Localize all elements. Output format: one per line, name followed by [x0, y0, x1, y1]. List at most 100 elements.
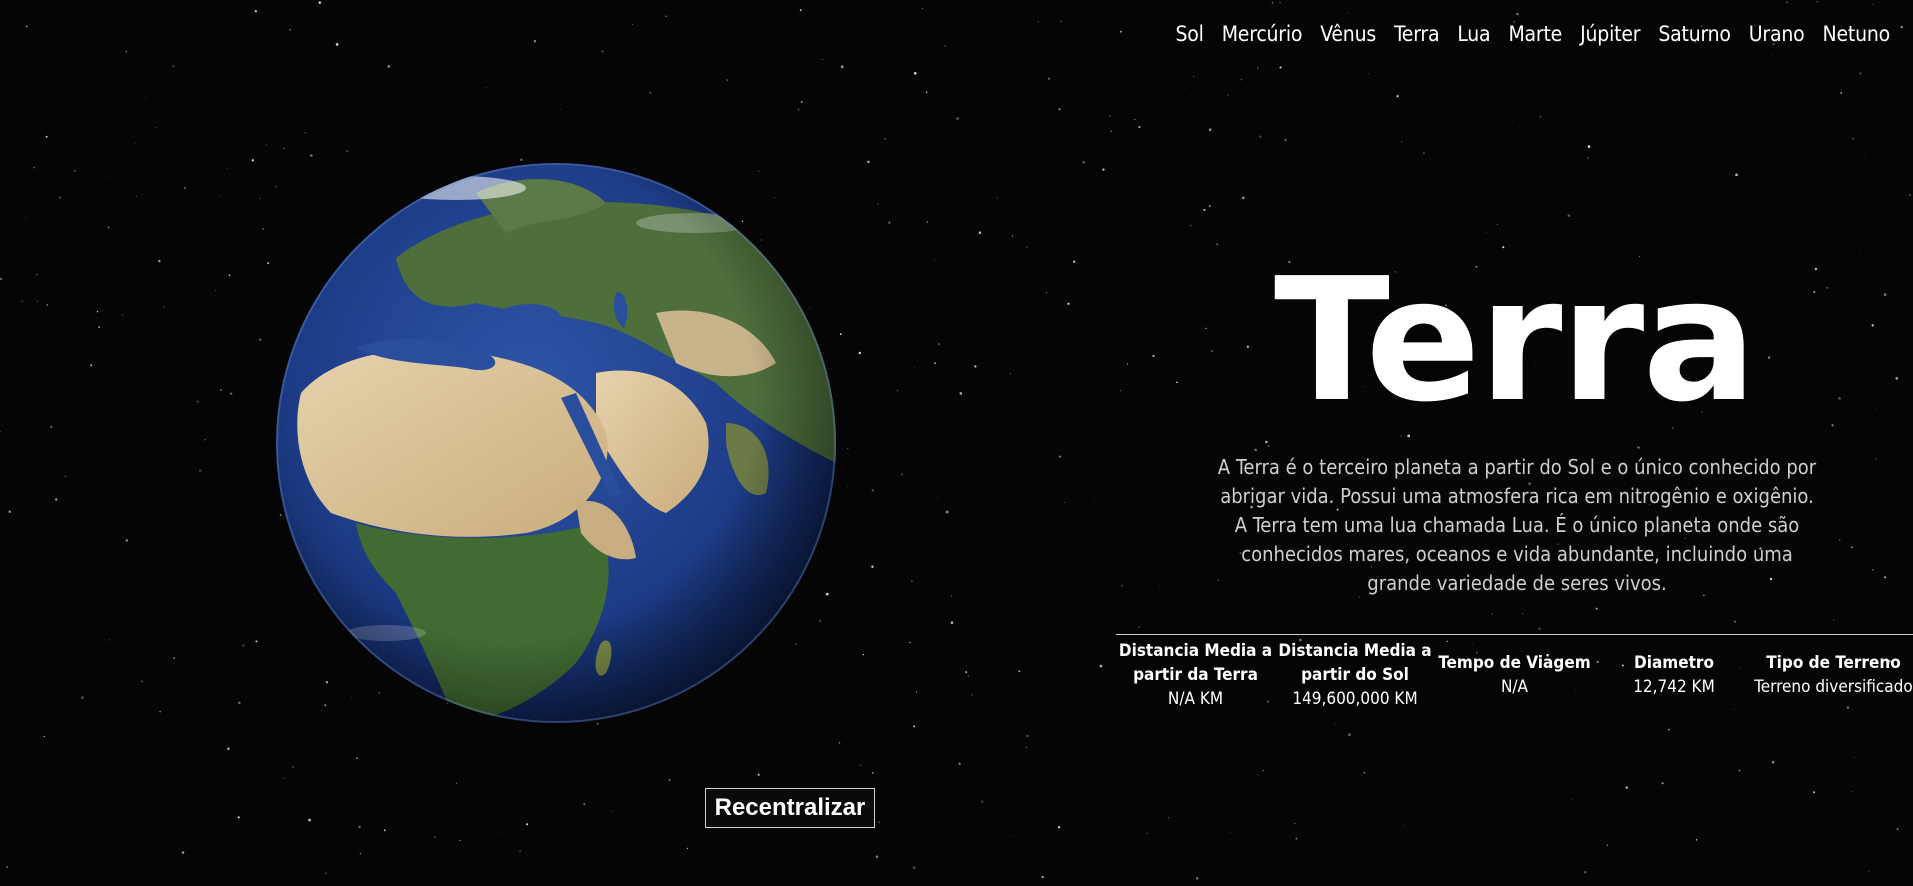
star	[64, 475, 67, 478]
nav-item-jupiter[interactable]: Júpiter	[1571, 18, 1649, 50]
nav-item-sol[interactable]: Sol	[1166, 18, 1212, 50]
star	[896, 389, 899, 392]
stat-label: Diametro	[1634, 653, 1714, 673]
star	[238, 701, 241, 705]
star	[1872, 4, 1874, 6]
star	[862, 653, 865, 656]
planet-title: Terra	[1273, 242, 1757, 440]
nav-item-urano[interactable]: Urano	[1740, 18, 1814, 50]
star	[871, 771, 874, 774]
star	[485, 87, 487, 89]
recenter-button[interactable]: Recentralizar	[705, 788, 875, 828]
stat-value: N/A	[1500, 677, 1529, 697]
star	[227, 747, 230, 750]
star	[937, 496, 939, 498]
star	[911, 580, 913, 583]
stat-label: Tipo de Terreno	[1766, 653, 1901, 673]
star	[938, 343, 940, 345]
star	[1864, 157, 1865, 158]
star	[1735, 173, 1738, 177]
star	[1859, 72, 1862, 75]
star	[109, 639, 110, 641]
star	[1875, 458, 1877, 460]
planet-description: A Terra é o terceiro planeta a partir do…	[1217, 455, 1817, 595]
star	[913, 725, 916, 728]
planet-3d-view[interactable]	[276, 163, 836, 723]
star	[1595, 607, 1598, 610]
star	[888, 221, 891, 224]
star	[1587, 145, 1591, 148]
star	[875, 855, 879, 859]
star	[1738, 769, 1741, 772]
nav-item-marte[interactable]: Marte	[1499, 18, 1571, 50]
star	[1138, 125, 1141, 129]
star	[13, 171, 15, 173]
nav-item-venus[interactable]: Vênus	[1311, 18, 1385, 50]
star	[1018, 670, 1021, 673]
star	[1208, 204, 1211, 208]
star	[125, 539, 129, 542]
star	[90, 364, 93, 367]
star	[1422, 151, 1425, 155]
star	[155, 126, 157, 128]
star	[198, 469, 202, 472]
nav-item-mercurio[interactable]: Mercúrio	[1213, 18, 1312, 50]
star	[926, 221, 929, 223]
star	[867, 160, 870, 164]
star	[1396, 95, 1399, 98]
star	[871, 565, 874, 568]
star	[997, 197, 998, 199]
star	[1099, 664, 1103, 668]
star	[1230, 831, 1232, 833]
nav-item-netuno[interactable]: Netuno	[1814, 18, 1899, 50]
star	[1082, 161, 1085, 164]
star	[1257, 773, 1259, 775]
star	[958, 762, 961, 766]
star	[1265, 440, 1268, 444]
star	[915, 691, 918, 693]
star	[107, 226, 110, 229]
star	[1850, 546, 1853, 549]
star	[135, 196, 137, 197]
star	[900, 473, 903, 476]
star	[1839, 539, 1841, 541]
star	[1771, 761, 1775, 764]
star	[912, 866, 916, 870]
star	[1120, 30, 1122, 33]
star	[98, 326, 100, 328]
star	[840, 65, 844, 69]
star	[219, 194, 221, 196]
star	[1368, 73, 1370, 75]
star	[526, 823, 529, 826]
star	[140, 680, 144, 683]
star	[1009, 373, 1011, 374]
star	[1058, 108, 1061, 111]
star	[686, 847, 689, 850]
star	[1516, 12, 1519, 16]
star	[1072, 260, 1076, 263]
stat-value: Terreno diversificado	[1754, 677, 1913, 697]
star	[1026, 746, 1028, 749]
star	[847, 448, 849, 450]
star	[839, 333, 842, 336]
nav-item-terra[interactable]: Terra	[1385, 18, 1448, 50]
star	[913, 72, 917, 75]
star	[1267, 444, 1270, 447]
nav-item-saturno[interactable]: Saturno	[1649, 18, 1739, 50]
star	[1587, 157, 1589, 159]
star	[649, 91, 652, 94]
star	[1584, 871, 1587, 874]
star	[726, 79, 729, 81]
star	[858, 351, 861, 355]
star	[220, 389, 222, 391]
star	[43, 735, 45, 738]
earth-globe[interactable]	[276, 163, 836, 723]
star	[254, 10, 257, 13]
star	[310, 154, 313, 157]
nav-item-lua[interactable]: Lua	[1448, 18, 1499, 50]
star	[1786, 1, 1788, 3]
star	[838, 742, 841, 744]
star	[58, 196, 62, 199]
star	[1733, 620, 1737, 623]
star	[1262, 769, 1264, 772]
